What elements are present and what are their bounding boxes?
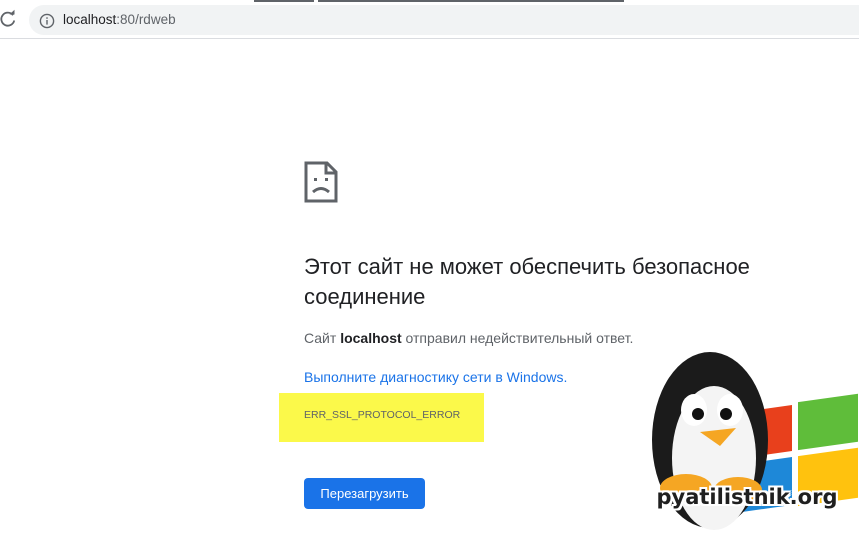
url-path: :80/rdweb — [116, 12, 176, 27]
tab-strip-edge — [318, 0, 624, 2]
reload-icon[interactable] — [0, 9, 18, 29]
error-code: ERR_SSL_PROTOCOL_ERROR — [304, 409, 461, 421]
network-diagnostics-link[interactable]: Выполните диагностику сети в Windows. — [304, 368, 567, 386]
message-host: localhost — [340, 330, 402, 346]
tab-strip-edge — [254, 0, 314, 2]
browser-toolbar: localhost:80/rdweb — [0, 0, 859, 39]
reload-button[interactable]: Перезагрузить — [304, 478, 425, 509]
error-heading: Этот сайт не может обеспечить безопасное… — [304, 254, 750, 309]
address-bar[interactable]: localhost:80/rdweb — [29, 5, 859, 35]
penguin-windows-logo — [652, 352, 858, 530]
url-host: localhost — [63, 12, 117, 27]
info-icon[interactable] — [39, 13, 55, 29]
url-text[interactable]: localhost:80/rdweb — [63, 12, 176, 28]
message-suffix: отправил недействительный ответ. — [401, 330, 634, 346]
error-message: Сайт localhost отправил недействительный… — [304, 329, 633, 347]
message-prefix: Сайт — [304, 330, 341, 346]
sad-page-icon — [304, 161, 338, 203]
watermark-text: pyatilistnik.org — [656, 485, 838, 509]
